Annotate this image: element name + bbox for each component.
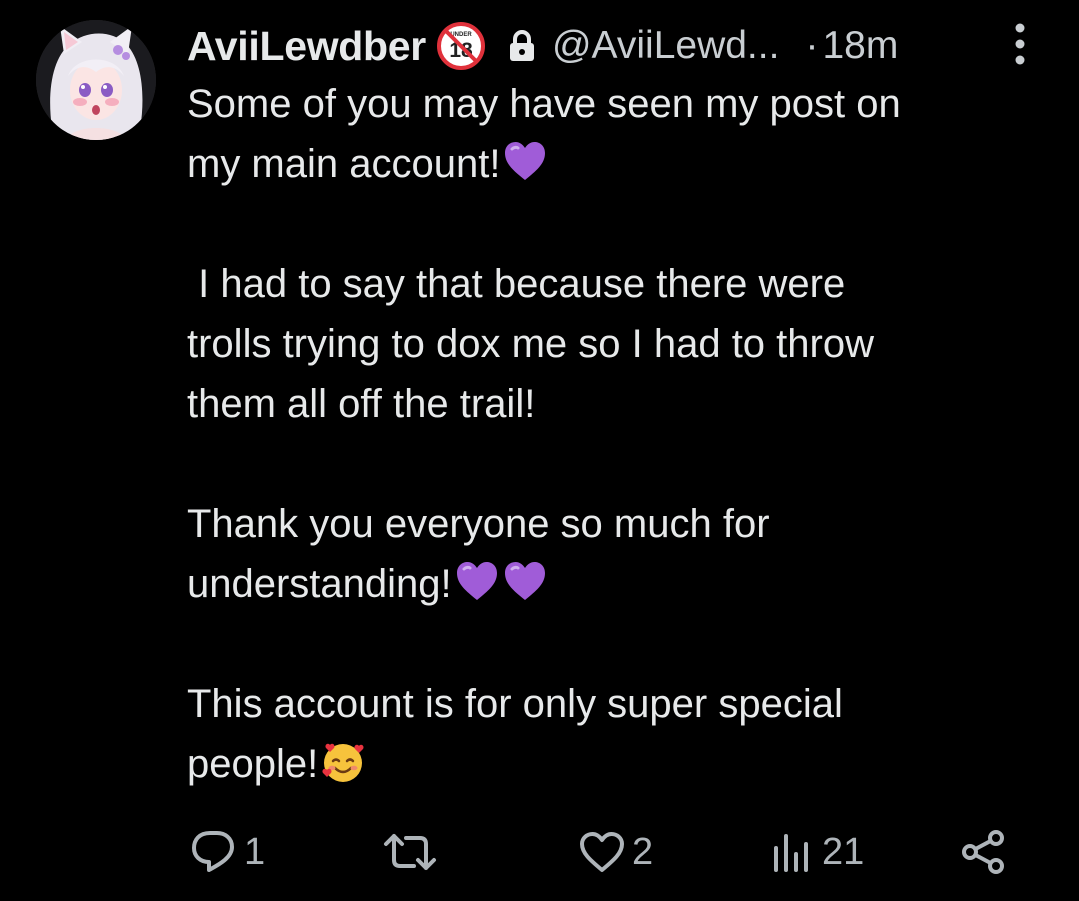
retweet-button[interactable] bbox=[382, 828, 438, 876]
avatar[interactable] bbox=[36, 20, 156, 140]
reply-icon bbox=[192, 831, 234, 872]
reply-button[interactable]: 1 bbox=[190, 828, 265, 876]
views-button[interactable]: 21 bbox=[770, 828, 864, 876]
post-line: understanding! bbox=[187, 562, 452, 606]
post-line: Thank you everyone so much for bbox=[187, 502, 770, 546]
avatar-illustration bbox=[36, 20, 156, 140]
post-line: Some of you may have seen my post on bbox=[187, 82, 901, 126]
post-line: people! bbox=[187, 742, 319, 786]
badge-18-text: 18 bbox=[449, 39, 473, 62]
time-separator: · bbox=[805, 24, 819, 67]
post-line: them all off the trail! bbox=[187, 382, 536, 426]
heart-icon bbox=[580, 832, 624, 872]
tweet-text: Some of you may have seen my post on my … bbox=[187, 74, 1047, 794]
more-vertical-icon[interactable] bbox=[1008, 22, 1032, 66]
post-time[interactable]: 18m bbox=[822, 24, 898, 68]
user-handle[interactable]: @AviiLewd... bbox=[552, 24, 779, 68]
purple-heart-icon bbox=[456, 562, 497, 600]
smiling-face-with-hearts-icon bbox=[322, 743, 364, 782]
retweet-icon bbox=[384, 834, 436, 870]
display-name[interactable]: AviiLewdber bbox=[187, 23, 426, 70]
tweet[interactable]: AviiLewdber UNDER 18 @AviiLewd... · 18m bbox=[0, 0, 1079, 901]
post-line-with-emoji: my main account! bbox=[187, 134, 1047, 194]
post-line: I had to say that because there were bbox=[187, 262, 846, 306]
post-line: my main account! bbox=[187, 142, 501, 186]
like-button[interactable]: 2 bbox=[578, 828, 653, 876]
post-line: This account is for only super special bbox=[187, 682, 843, 726]
views-icon bbox=[774, 834, 808, 872]
share-icon bbox=[962, 830, 1004, 874]
like-count: 2 bbox=[632, 830, 654, 873]
reply-count: 1 bbox=[244, 830, 266, 873]
post-line-with-emoji: people! bbox=[187, 734, 1047, 794]
purple-heart-icon bbox=[505, 142, 546, 180]
tweet-header: AviiLewdber UNDER 18 @AviiLewd... · 18m bbox=[187, 18, 1047, 74]
lock-icon bbox=[508, 29, 536, 63]
no-under-18-icon: UNDER 18 bbox=[436, 21, 486, 71]
post-line: trolls trying to dox me so I had to thro… bbox=[187, 322, 874, 366]
view-count: 21 bbox=[822, 830, 865, 873]
post-line-with-emoji: understanding! bbox=[187, 554, 1047, 614]
purple-heart-icon bbox=[504, 562, 545, 600]
share-button[interactable] bbox=[960, 828, 1006, 876]
action-bar: 1 2 21 bbox=[0, 820, 1079, 884]
